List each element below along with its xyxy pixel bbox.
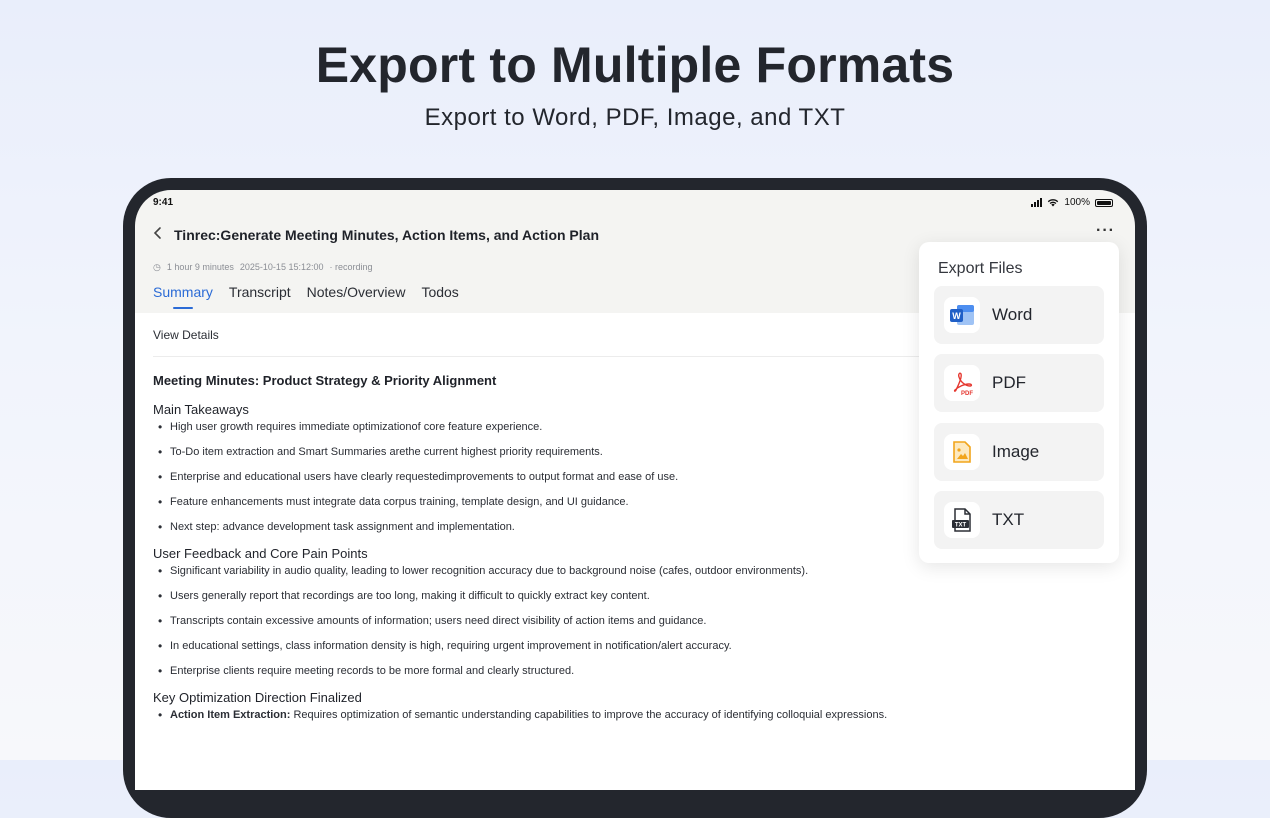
export-option-label: TXT (992, 510, 1025, 529)
tab-notes-overview[interactable]: Notes/Overview (307, 284, 406, 300)
image-icon (944, 434, 980, 470)
export-option-label: PDF (992, 373, 1026, 392)
section-heading: Key Optimization Direction Finalized (153, 690, 362, 705)
svg-text:PDF: PDF (961, 391, 973, 396)
word-icon: W (944, 297, 980, 333)
pdf-icon: PDF (944, 365, 980, 401)
svg-text:W: W (952, 311, 961, 321)
list-item: Significant variability in audio quality… (153, 564, 1113, 578)
hero-subtitle: Export to Word, PDF, Image, and TXT (424, 104, 846, 131)
bullet-list: Significant variability in audio quality… (153, 564, 1113, 678)
wifi-icon (1048, 199, 1059, 207)
export-option-label: Word (992, 305, 1033, 324)
hero-title: Export to Multiple Formats (315, 37, 955, 93)
tab-bar: Summary Transcript Notes/Overview Todos (153, 284, 459, 309)
recording-title: Tinrec:Generate Meeting Minutes, Action … (174, 227, 599, 243)
export-pdf-button[interactable]: PDF PDF (934, 354, 1104, 412)
tab-transcript[interactable]: Transcript (229, 284, 291, 300)
tab-summary[interactable]: Summary (153, 284, 213, 309)
export-word-button[interactable]: W Word (934, 286, 1104, 344)
tab-todos[interactable]: Todos (421, 284, 458, 300)
signal-icon (1031, 198, 1043, 207)
svg-text:TXT: TXT (955, 523, 967, 529)
view-details-link[interactable]: View Details (153, 328, 219, 342)
popup-title: Export Files (938, 260, 1023, 277)
more-options-icon[interactable]: ··· (1096, 222, 1115, 240)
export-files-popup: Export Files W Word PDF PDF Image TXT TX… (919, 242, 1119, 563)
status-time: 9:41 (153, 197, 174, 208)
item-bold-label: Action Item Extraction: (170, 709, 291, 721)
list-item: Action Item Extraction: Requires optimiz… (153, 708, 1113, 722)
meta-datetime: 2025-10-15 15:12:00 (239, 262, 324, 272)
txt-icon: TXT (944, 502, 980, 538)
list-item: Enterprise clients require meeting recor… (153, 664, 1113, 678)
export-image-button[interactable]: Image (934, 423, 1104, 481)
meta-duration: 1 hour 9 minutes (166, 262, 234, 272)
recording-meta: ◷ 1 hour 9 minutes 2025-10-15 15:12:00 ·… (153, 262, 373, 273)
battery-percent: 100% (1064, 197, 1090, 208)
export-option-label: Image (992, 442, 1040, 461)
status-indicators: 100% (1031, 197, 1113, 208)
list-item: Users generally report that recordings a… (153, 589, 1113, 603)
battery-icon (1095, 198, 1113, 207)
clock-icon: ◷ (153, 262, 161, 272)
bullet-list: Action Item Extraction: Requires optimiz… (153, 708, 1113, 722)
list-item: Transcripts contain excessive amounts of… (153, 614, 1113, 628)
list-item: In educational settings, class informati… (153, 639, 1113, 653)
back-chevron-icon[interactable] (153, 226, 163, 245)
meta-status: · recording (329, 262, 373, 272)
item-text: Requires optimization of semantic unders… (290, 709, 888, 721)
export-txt-button[interactable]: TXT TXT (934, 491, 1104, 549)
